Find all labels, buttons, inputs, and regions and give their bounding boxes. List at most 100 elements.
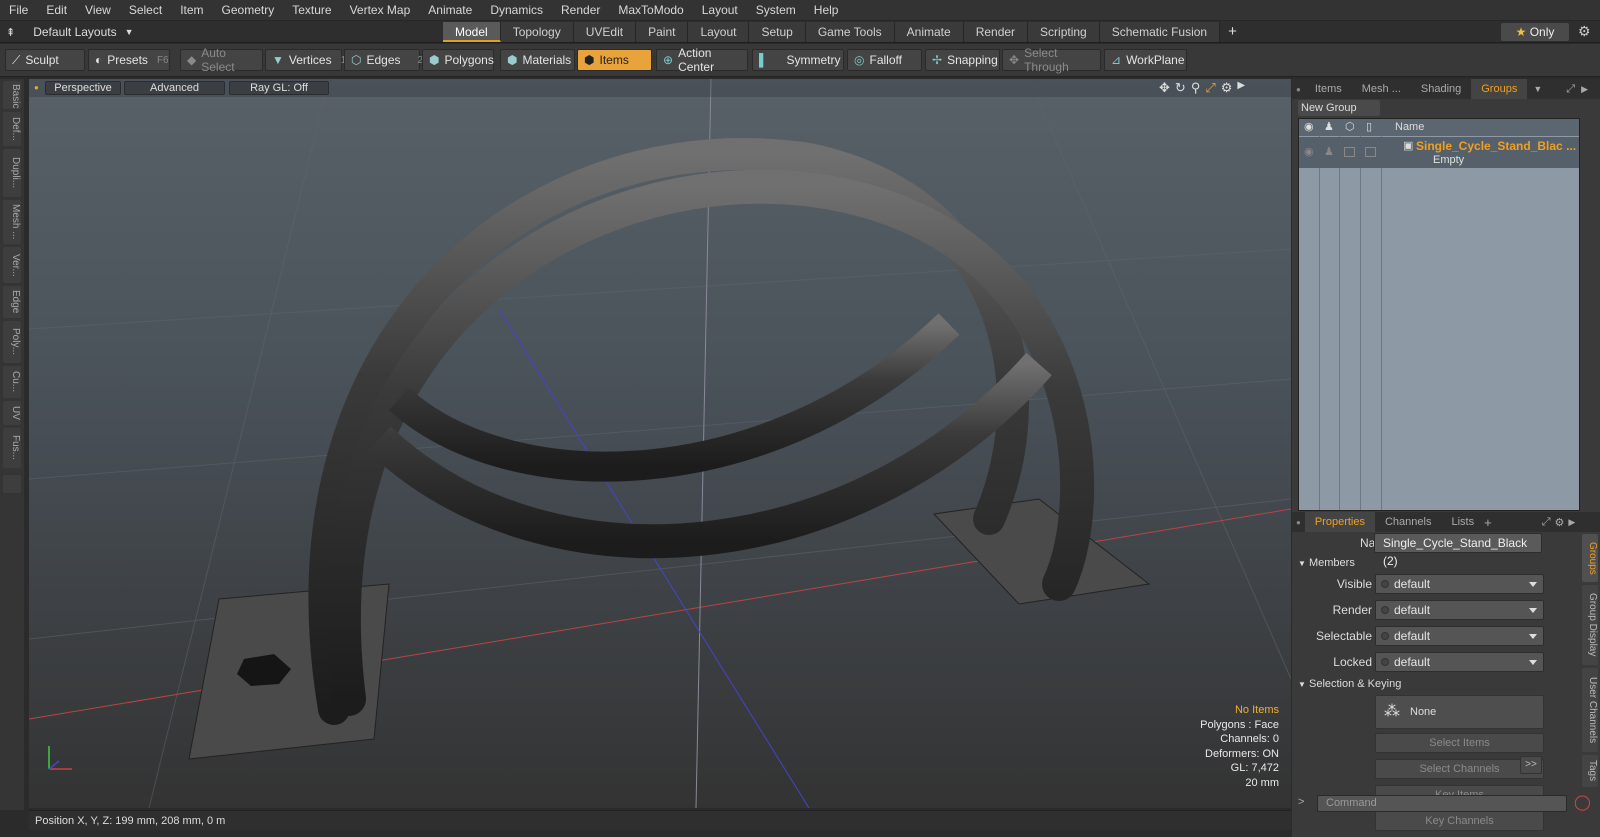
- layout-selector[interactable]: ⇞ Default Layouts ▼: [6, 23, 134, 41]
- tab-vertex[interactable]: Ver...: [3, 247, 21, 283]
- rotate-view-icon[interactable]: ↻: [1175, 80, 1186, 96]
- tab-mesh[interactable]: Mesh ...: [1352, 79, 1411, 99]
- members-section[interactable]: ▼ Members: [1298, 554, 1574, 572]
- groups-list[interactable]: ◉ ♟ ⬡ ▯ Name ◉ ♟ ▣ Single_Cycle_Stand_Bl…: [1298, 118, 1580, 511]
- tab-layout[interactable]: Layout: [688, 22, 750, 42]
- viewport-more-icon[interactable]: ▶: [1237, 80, 1245, 96]
- side-tab-tags[interactable]: Tags: [1582, 755, 1598, 787]
- sculpt-button[interactable]: ⟋ Sculpt: [5, 49, 85, 71]
- tabs-dropdown-icon[interactable]: ▼: [1533, 84, 1542, 94]
- add-tab-plus-icon[interactable]: +: [1484, 515, 1492, 530]
- prop-visible-dropdown[interactable]: default: [1375, 574, 1544, 594]
- menu-maxtomodo[interactable]: MaxToModo: [609, 0, 692, 21]
- falloff-button[interactable]: ◎ Falloff: [847, 49, 922, 71]
- props-expand-icon[interactable]: ⤢: [1542, 516, 1551, 529]
- props-more-icon[interactable]: ▶: [1568, 517, 1575, 528]
- row-lock-checkbox[interactable]: [1365, 147, 1376, 157]
- tab-schematic-fusion[interactable]: Schematic Fusion: [1099, 22, 1221, 42]
- tab-fusion[interactable]: Fus...: [3, 428, 21, 468]
- prop-render-dropdown[interactable]: default: [1375, 600, 1544, 620]
- tab-setup[interactable]: Setup: [749, 22, 806, 42]
- materials-button[interactable]: ⬢ Materials: [500, 49, 575, 71]
- menu-system[interactable]: System: [747, 0, 805, 21]
- menu-animate[interactable]: Animate: [419, 0, 481, 21]
- menu-render[interactable]: Render: [552, 0, 609, 21]
- menu-layout[interactable]: Layout: [693, 0, 747, 21]
- tab-basic[interactable]: Basic: [3, 81, 21, 109]
- tab-channels[interactable]: Channels: [1375, 512, 1441, 532]
- polygons-button[interactable]: ⬢ Polygons: [422, 49, 494, 71]
- fit-view-icon[interactable]: ⤢: [1205, 80, 1215, 96]
- tab-edge[interactable]: Edge: [3, 286, 21, 318]
- action-center-button[interactable]: ⊕ Action Center: [656, 46, 748, 74]
- tab-paint[interactable]: Paint: [636, 22, 689, 42]
- tab-curve[interactable]: Cu...: [3, 366, 21, 398]
- gear-icon[interactable]: ⚙: [1578, 23, 1591, 40]
- panel-more-icon[interactable]: ▶: [1581, 84, 1588, 95]
- expand-panel-icon[interactable]: ⤢: [1566, 83, 1575, 96]
- tab-mesh[interactable]: Mesh ...: [3, 200, 21, 244]
- group-row[interactable]: ◉ ♟ ▣ Single_Cycle_Stand_Blac ... Empty: [1299, 137, 1579, 168]
- record-icon[interactable]: ◯: [1574, 793, 1591, 811]
- tab-shading[interactable]: Shading: [1411, 79, 1471, 99]
- new-group-button[interactable]: New Group: [1298, 100, 1380, 116]
- only-toggle[interactable]: ★ Only: [1501, 23, 1569, 41]
- presets-button[interactable]: ◐ Presets F6: [88, 49, 170, 71]
- prop-locked-dropdown[interactable]: default: [1375, 652, 1544, 672]
- props-gear-icon[interactable]: ⚙: [1555, 516, 1565, 529]
- row-render-icon[interactable]: ♟: [1324, 145, 1334, 158]
- keyframe-dot-icon[interactable]: [1381, 658, 1389, 666]
- side-tab-group-display[interactable]: Group Display: [1582, 585, 1598, 665]
- auto-select-button[interactable]: ◆ Auto Select: [180, 46, 263, 74]
- tab-properties[interactable]: Properties: [1304, 512, 1375, 532]
- workplane-button[interactable]: ⊿ WorkPlane: [1104, 49, 1187, 71]
- tab-duplicate[interactable]: Dupli...: [3, 149, 21, 197]
- tab-uv[interactable]: UV: [3, 401, 21, 425]
- snapping-button[interactable]: ✢ Snapping: [925, 49, 1000, 71]
- items-button[interactable]: ⬢ Items 5: [577, 49, 657, 71]
- menu-select[interactable]: Select: [120, 0, 171, 21]
- tab-uvedit[interactable]: UVEdit: [573, 22, 637, 42]
- row-eye-icon[interactable]: ◉: [1304, 145, 1314, 158]
- tab-scripting[interactable]: Scripting: [1028, 22, 1100, 42]
- tab-model[interactable]: Model: [443, 22, 501, 42]
- viewport-3d[interactable]: ● Perspective Advanced Ray GL: Off ✥ ↻ ⚲…: [29, 79, 1291, 808]
- tab-polygon[interactable]: Poly...: [3, 321, 21, 363]
- select-channels-button[interactable]: Select Channels: [1375, 759, 1544, 779]
- prop-name-field[interactable]: Single_Cycle_Stand_Black (2): [1374, 533, 1542, 568]
- side-tab-groups[interactable]: Groups: [1582, 534, 1598, 582]
- menu-texture[interactable]: Texture: [283, 0, 340, 21]
- more-button[interactable]: >>: [1520, 756, 1542, 774]
- selection-keying-section[interactable]: ▼ Selection & Keying: [1298, 675, 1574, 693]
- symmetry-button[interactable]: ▌ Symmetry: [752, 49, 844, 71]
- shading-advanced-button[interactable]: Advanced: [124, 81, 225, 95]
- menu-dynamics[interactable]: Dynamics: [481, 0, 552, 21]
- command-input[interactable]: Command: [1317, 795, 1567, 812]
- tab-extra[interactable]: [3, 475, 21, 493]
- row-select-checkbox[interactable]: [1344, 147, 1355, 157]
- menu-item[interactable]: Item: [171, 0, 212, 21]
- tab-game-tools[interactable]: Game Tools: [805, 22, 895, 42]
- tab-topology[interactable]: Topology: [500, 22, 574, 42]
- keyframe-dot-icon[interactable]: [1381, 580, 1389, 588]
- select-through-button[interactable]: ✥ Select Through: [1002, 46, 1101, 74]
- name-column-header[interactable]: Name: [1395, 121, 1424, 133]
- keyframe-dot-icon[interactable]: [1381, 606, 1389, 614]
- tab-groups[interactable]: Groups: [1471, 79, 1528, 99]
- menu-view[interactable]: View: [76, 0, 120, 21]
- menu-help[interactable]: Help: [805, 0, 848, 21]
- zoom-view-icon[interactable]: ⚲: [1191, 80, 1201, 96]
- key-channels-button[interactable]: Key Channels: [1375, 811, 1544, 831]
- menu-geometry[interactable]: Geometry: [213, 0, 284, 21]
- view-perspective-button[interactable]: Perspective: [45, 81, 121, 95]
- collapse-icon[interactable]: ⇞: [6, 26, 15, 39]
- tab-render[interactable]: Render: [963, 22, 1029, 42]
- viewport-gear-icon[interactable]: ⚙: [1221, 80, 1233, 96]
- tab-lists[interactable]: Lists: [1441, 512, 1484, 532]
- menu-vertex-map[interactable]: Vertex Map: [341, 0, 420, 21]
- side-tab-user-channels[interactable]: User Channels: [1582, 668, 1598, 752]
- selection-none-button[interactable]: ⁂ None: [1375, 695, 1544, 729]
- move-view-icon[interactable]: ✥: [1159, 80, 1170, 96]
- menu-file[interactable]: File: [0, 0, 37, 21]
- add-tab-icon[interactable]: +: [1220, 22, 1245, 42]
